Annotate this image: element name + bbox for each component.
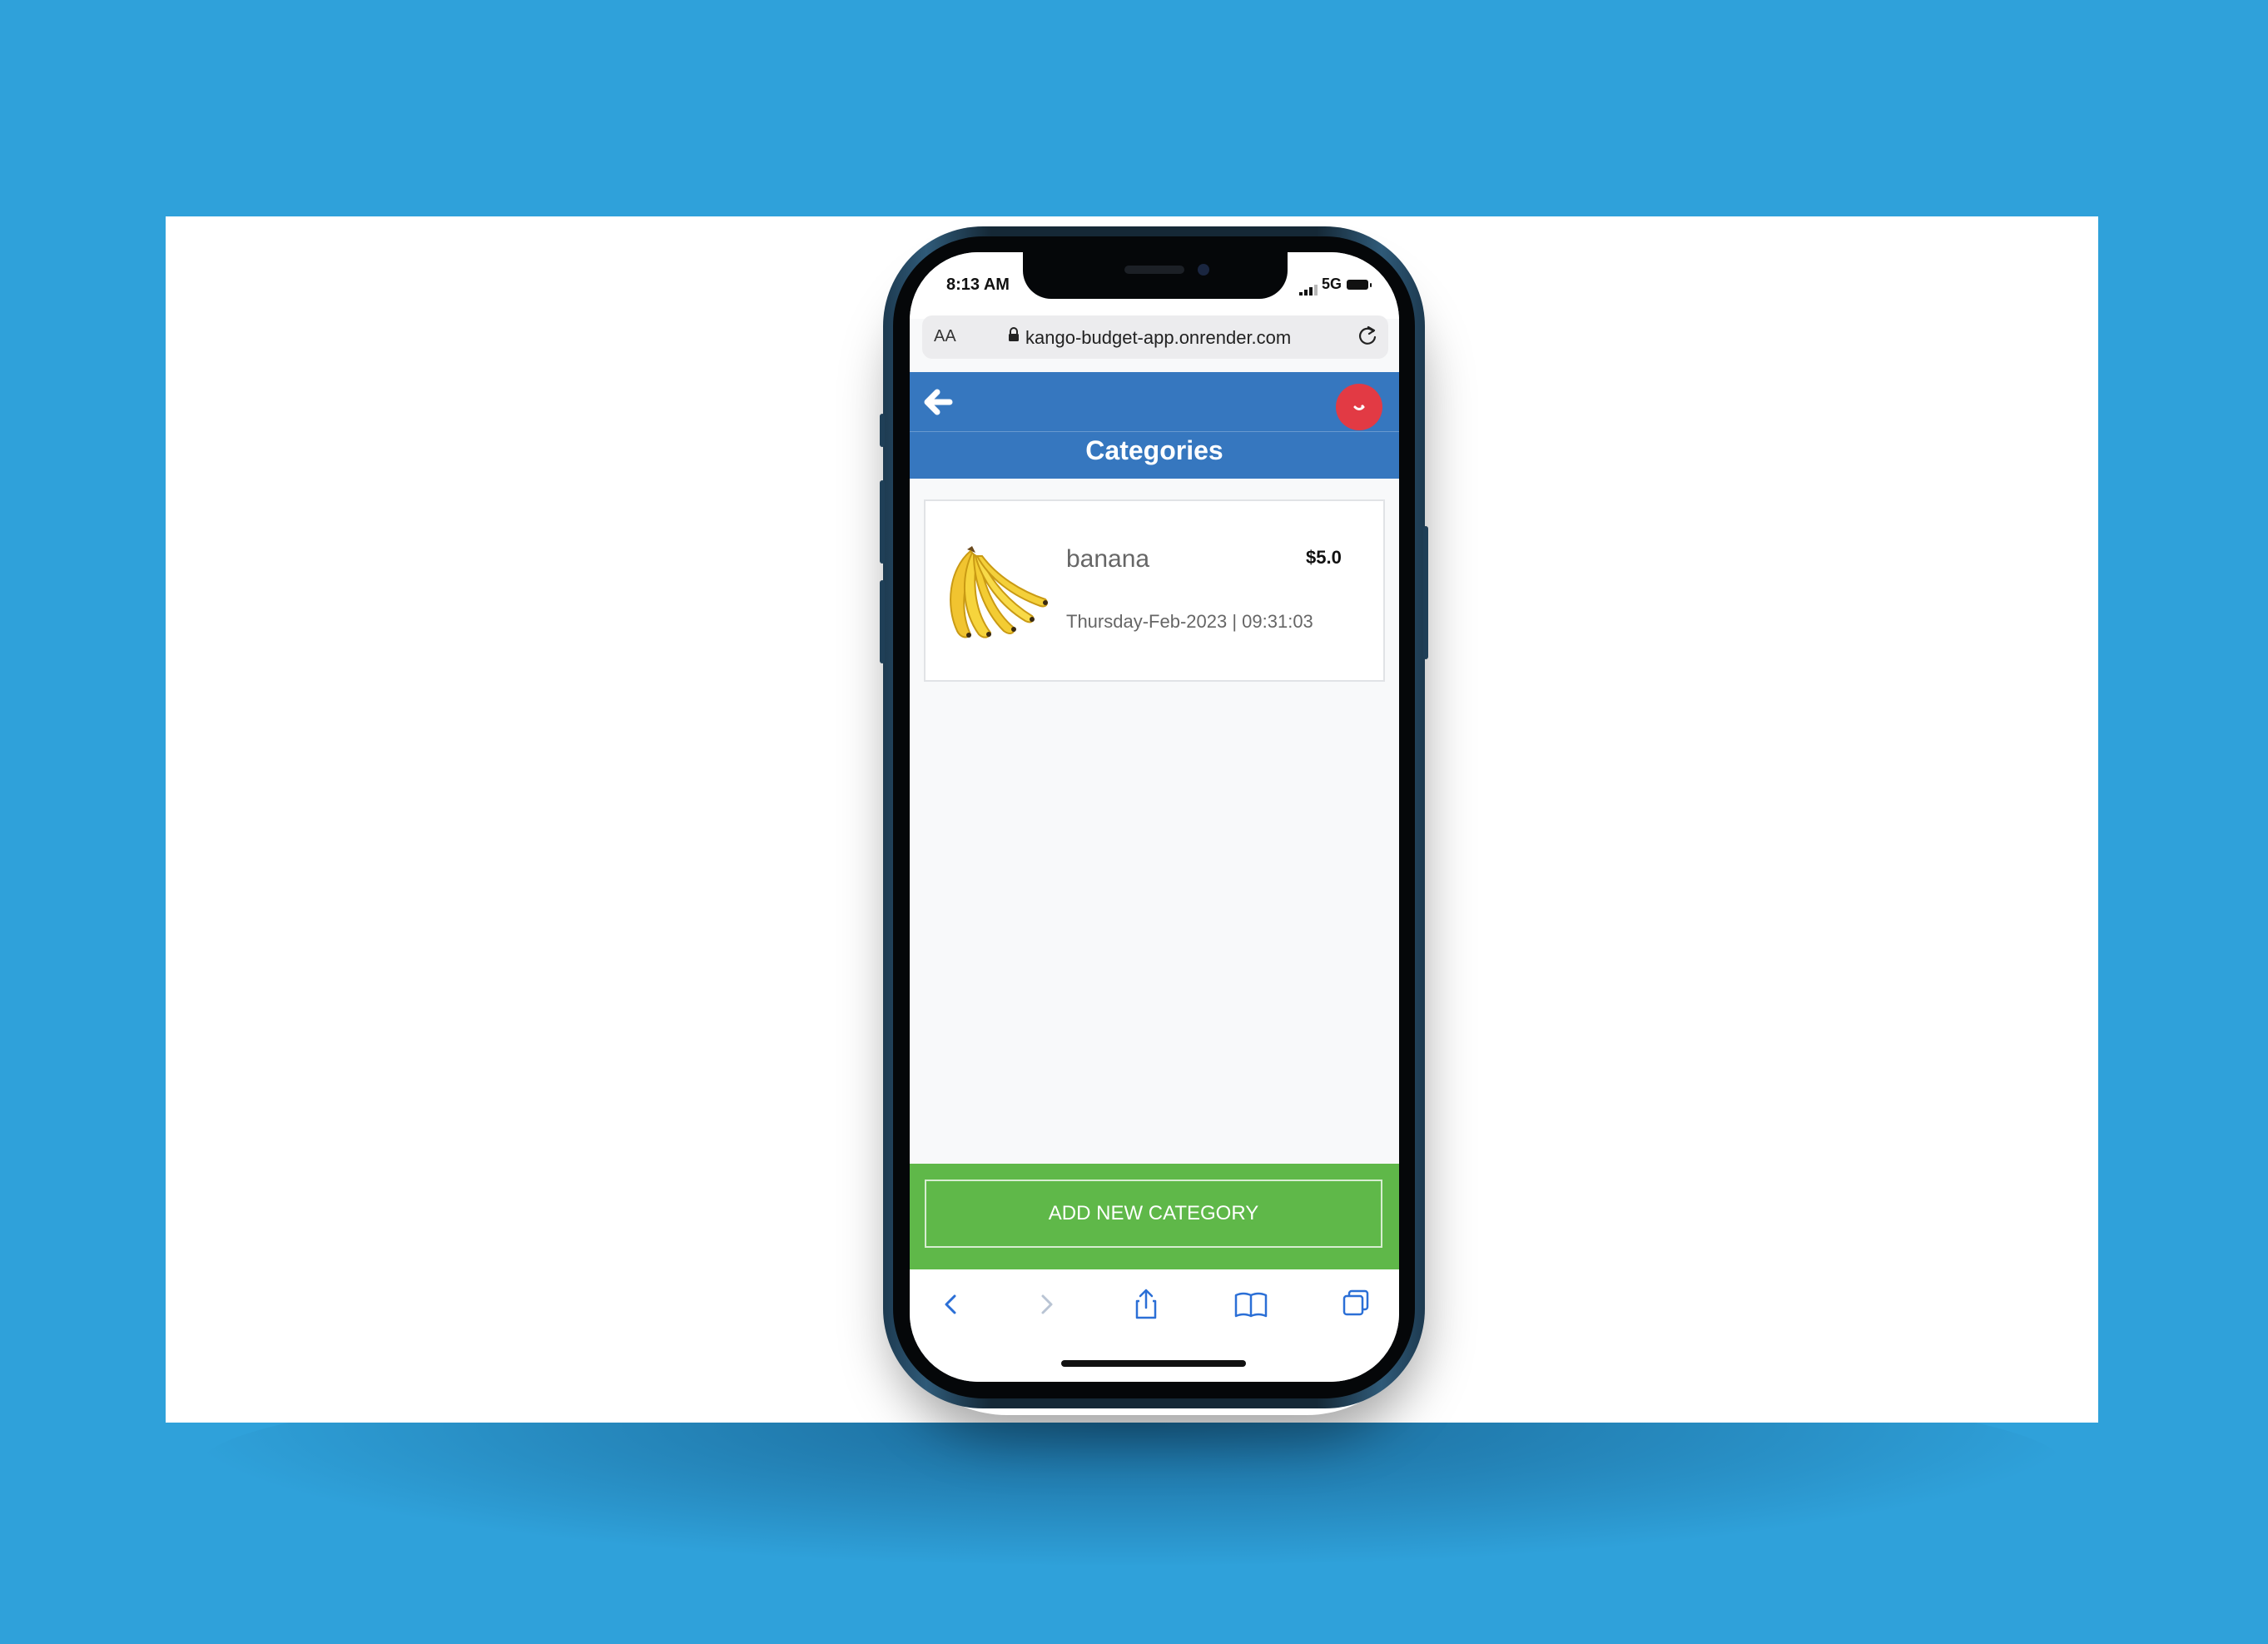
notch [1023,252,1288,299]
home-indicator [1061,1360,1246,1367]
bookmarks-icon[interactable] [1233,1286,1269,1323]
volume-down-button [880,580,885,663]
category-card[interactable]: banana $5.0 Thursday-Feb-2023 | 09:31:03 [924,499,1385,682]
status-time: 8:13 AM [946,276,1010,294]
category-amount: $5.0 [1306,547,1342,568]
browser-url-bar[interactable]: AA kango-budget-app.onrender.com [922,315,1388,359]
signal-icon [1299,281,1319,296]
lock-icon [1009,327,1019,341]
add-category-bar: ADD NEW CATEGORY [910,1164,1399,1269]
page-title: Categories [1085,435,1223,465]
header-divider [910,431,1399,432]
battery-icon [1347,280,1372,290]
power-button [1423,526,1428,659]
sign-out-icon [1353,405,1365,410]
text-size-button[interactable]: AA [934,327,956,346]
front-camera [1198,264,1209,276]
reload-icon[interactable] [1355,324,1380,349]
share-icon[interactable] [1128,1286,1164,1323]
speaker-grille [1124,266,1184,274]
category-name: banana [1066,545,1150,573]
url-text[interactable]: kango-budget-app.onrender.com [1025,327,1291,349]
back-arrow-icon[interactable] [921,385,955,419]
network-label: 5G [1322,276,1342,292]
volume-up-button [880,480,885,564]
mute-switch [880,414,885,447]
tabs-icon[interactable] [1337,1286,1374,1323]
logout-button[interactable] [1336,384,1382,430]
forward-icon[interactable] [1028,1286,1065,1323]
status-bar: 8:13 AM 5G [910,252,1399,319]
back-icon[interactable] [933,1286,970,1323]
category-date: Thursday-Feb-2023 | 09:31:03 [1066,611,1313,632]
add-new-category-button[interactable]: ADD NEW CATEGORY [925,1180,1382,1248]
app-header: Categories [910,372,1399,479]
banana-image [950,546,1048,638]
phone-screen: 8:13 AM 5G AA kango-budget-app.onrender.… [910,252,1399,1382]
